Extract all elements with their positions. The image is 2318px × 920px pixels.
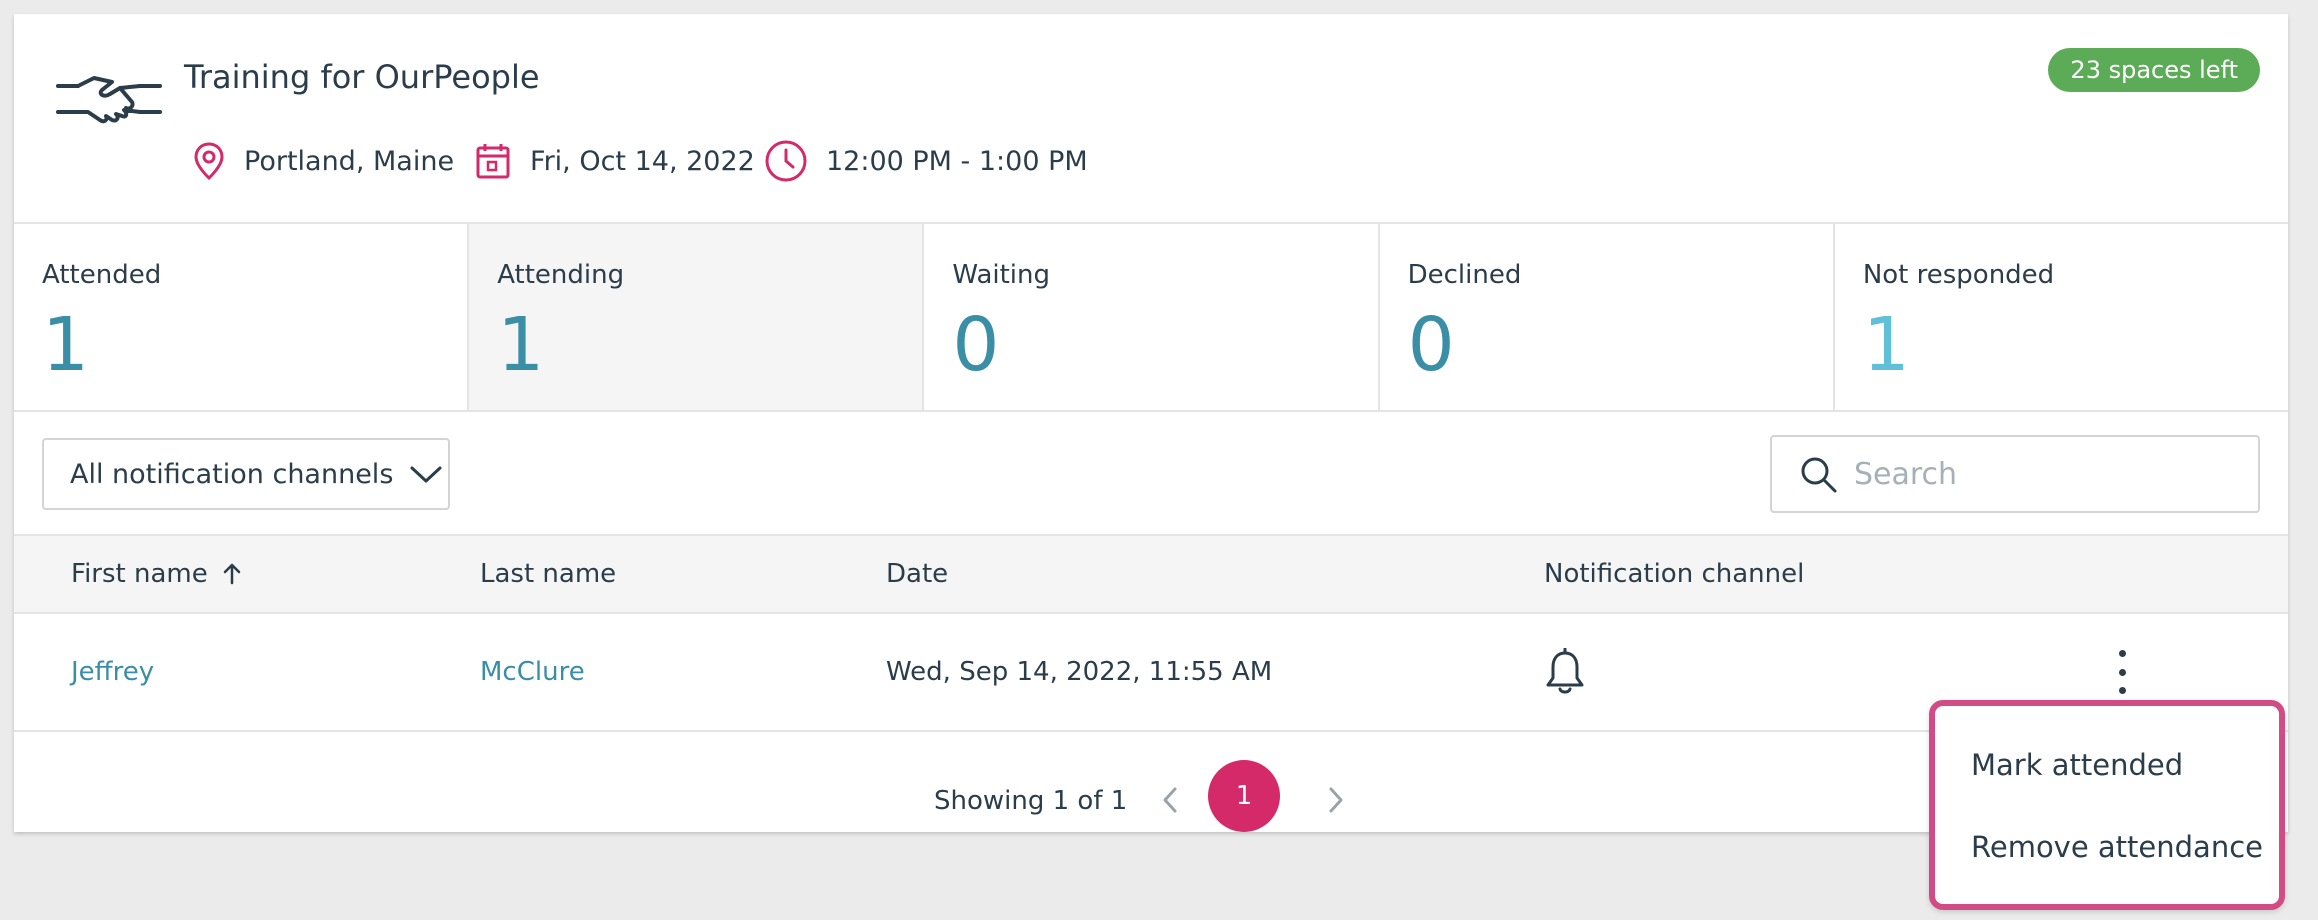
notification-channel-dropdown[interactable]: All notification channels — [42, 438, 450, 510]
search-box[interactable] — [1770, 435, 2260, 513]
chevron-right-icon[interactable] — [1326, 784, 1346, 816]
column-date[interactable]: Date — [886, 536, 948, 612]
search-icon — [1801, 457, 1837, 493]
location-pin-icon — [194, 142, 224, 181]
stat-not-responded[interactable]: Not responded 1 — [1835, 224, 2288, 410]
stat-attended[interactable]: Attended 1 — [14, 224, 470, 410]
column-notification-channel[interactable]: Notification channel — [1544, 536, 1804, 612]
column-label: Date — [886, 559, 949, 589]
stat-value: 0 — [1407, 302, 1455, 388]
time-text: 12:00 PM - 1:00 PM — [826, 145, 1088, 177]
event-location: Portland, Maine — [192, 136, 454, 186]
stat-declined[interactable]: Declined 0 — [1380, 224, 1835, 410]
spaces-left-badge: 23 spaces left — [2048, 48, 2260, 92]
date-cell: Wed, Sep 14, 2022, 11:55 AM — [886, 657, 1273, 687]
event-title: Training for OurPeople — [184, 58, 540, 96]
last-name-link[interactable]: McClure — [480, 614, 585, 730]
menu-item-mark-attended[interactable]: Mark attended — [1971, 748, 2183, 782]
stat-label: Attending — [497, 260, 625, 290]
stat-attending[interactable]: Attending 1 — [469, 224, 925, 410]
notification-channel-cell — [1544, 614, 1586, 730]
stat-value: 1 — [42, 302, 90, 388]
stat-waiting[interactable]: Waiting 0 — [924, 224, 1380, 410]
page-button-current[interactable]: 1 — [1208, 760, 1280, 832]
column-label: First name — [71, 559, 208, 589]
column-first-name[interactable]: First name — [71, 536, 244, 612]
dropdown-label: All notification channels — [70, 458, 394, 490]
stat-value: 1 — [1862, 302, 1910, 388]
date-text: Fri, Oct 14, 2022 — [530, 145, 755, 177]
table-header: First name Last name Date Notification c… — [14, 534, 2288, 614]
search-input[interactable] — [1854, 456, 2234, 492]
stat-label: Declined — [1407, 260, 1522, 290]
showing-text: Showing 1 of 1 — [934, 786, 1128, 816]
row-actions-kebab-icon[interactable] — [2112, 650, 2132, 694]
attendance-stats: Attended 1 Attending 1 Waiting 0 Decline… — [14, 222, 2288, 412]
menu-item-remove-attendance[interactable]: Remove attendance — [1971, 830, 2263, 864]
column-label: Last name — [480, 559, 617, 589]
bell-icon — [1546, 648, 1584, 694]
event-time: 12:00 PM - 1:00 PM — [764, 136, 1088, 186]
chevron-left-icon[interactable] — [1160, 784, 1180, 816]
stat-label: Not responded — [1862, 260, 2055, 290]
stat-value: 0 — [952, 302, 1000, 388]
event-date: Fri, Oct 14, 2022 — [474, 136, 755, 186]
handshake-icon — [56, 76, 162, 124]
stat-value: 1 — [497, 302, 545, 388]
sort-ascending-icon — [223, 563, 240, 585]
chevron-down-icon — [410, 466, 442, 483]
clock-icon — [765, 140, 807, 182]
location-text: Portland, Maine — [244, 145, 455, 177]
stat-label: Waiting — [952, 260, 1051, 290]
first-name-link[interactable]: Jeffrey — [71, 614, 154, 730]
stat-label: Attended — [42, 260, 162, 290]
pagination-summary: Showing 1 of 1 — [934, 766, 1127, 836]
row-actions-menu: Mark attended Remove attendance — [1929, 700, 2285, 910]
column-last-name[interactable]: Last name — [480, 536, 616, 612]
calendar-icon — [476, 144, 510, 179]
column-label: Notification channel — [1544, 559, 1805, 589]
